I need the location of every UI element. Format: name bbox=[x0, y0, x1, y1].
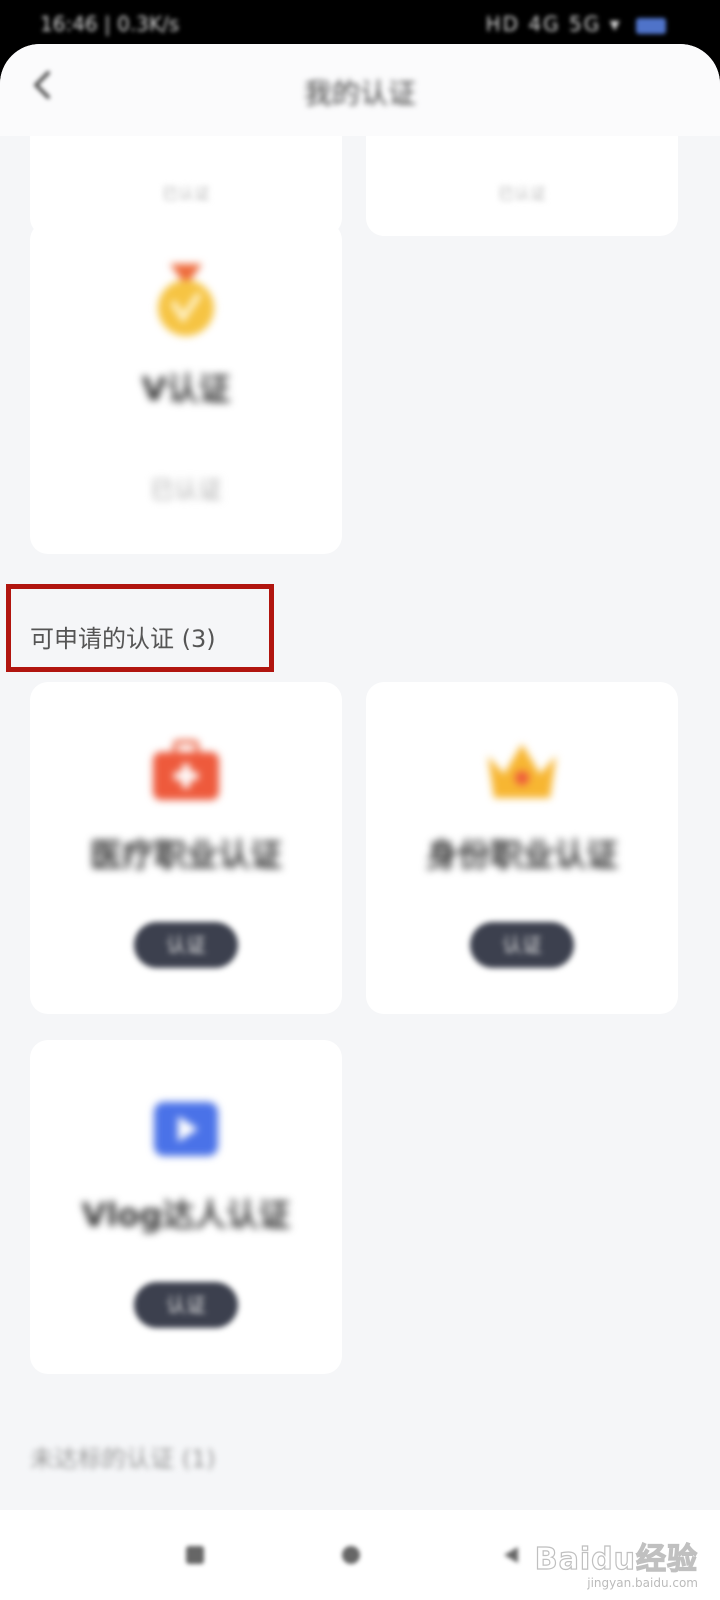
status-indicators: HD 4G 5G ▾ bbox=[486, 12, 666, 36]
page-title: 我的认证 bbox=[303, 77, 416, 110]
v-certification-card[interactable]: V认证 已认证 bbox=[30, 222, 342, 554]
watermark-url: jingyan.baidu.com bbox=[587, 1576, 698, 1590]
obtained-status: 已认证 bbox=[497, 184, 546, 203]
baidu-watermark: Baidu经验 jingyan.baidu.com bbox=[534, 1534, 698, 1590]
medal-icon bbox=[154, 260, 218, 344]
certification-sheet: 我的认证 已认证 已认证 V认证 已认证 可申请的认证 (3) 医疗职业认证 认… bbox=[0, 44, 720, 1600]
watermark-logo: Baidu经验 bbox=[534, 1541, 698, 1577]
unavailable-section-title: 未达标的认证 (1) bbox=[30, 1445, 216, 1473]
nav-back-button[interactable] bbox=[500, 1544, 522, 1570]
crown-icon bbox=[484, 738, 560, 808]
vlog-certification-card[interactable]: Vlog达人认证 认证 bbox=[30, 1040, 342, 1374]
square-icon bbox=[186, 1546, 204, 1564]
signal-indicators: HD 4G 5G ▾ bbox=[485, 12, 622, 36]
obtained-status: 已认证 bbox=[161, 184, 210, 203]
page-header: 我的认证 bbox=[0, 44, 720, 136]
v-certification-status: 已认证 bbox=[150, 476, 222, 504]
available-section-title: 可申请的认证 (3) bbox=[30, 625, 216, 653]
status-bar: 16:46 | 0.3K/s HD 4G 5G ▾ bbox=[0, 0, 720, 48]
medical-kit-icon bbox=[151, 740, 221, 806]
nav-home-button[interactable] bbox=[340, 1544, 362, 1570]
status-time: 16:46 | 0.3K/s bbox=[40, 12, 180, 36]
medical-certification-title: 医疗职业认证 bbox=[89, 836, 282, 874]
battery-icon bbox=[636, 17, 666, 34]
circle-icon bbox=[342, 1546, 360, 1564]
identity-certify-button[interactable]: 认证 bbox=[470, 922, 574, 968]
triangle-back-icon bbox=[504, 1547, 518, 1563]
nav-menu-button[interactable] bbox=[184, 1544, 206, 1570]
video-play-icon bbox=[152, 1098, 220, 1164]
identity-certification-title: 身份职业认证 bbox=[425, 836, 618, 874]
medical-certification-card[interactable]: 医疗职业认证 认证 bbox=[30, 682, 342, 1014]
medical-certify-button[interactable]: 认证 bbox=[134, 922, 238, 968]
vlog-certify-button[interactable]: 认证 bbox=[134, 1282, 238, 1328]
vlog-certification-title: Vlog达人认证 bbox=[81, 1196, 291, 1234]
identity-certification-card[interactable]: 身份职业认证 认证 bbox=[366, 682, 678, 1014]
v-certification-title: V认证 bbox=[141, 370, 231, 408]
